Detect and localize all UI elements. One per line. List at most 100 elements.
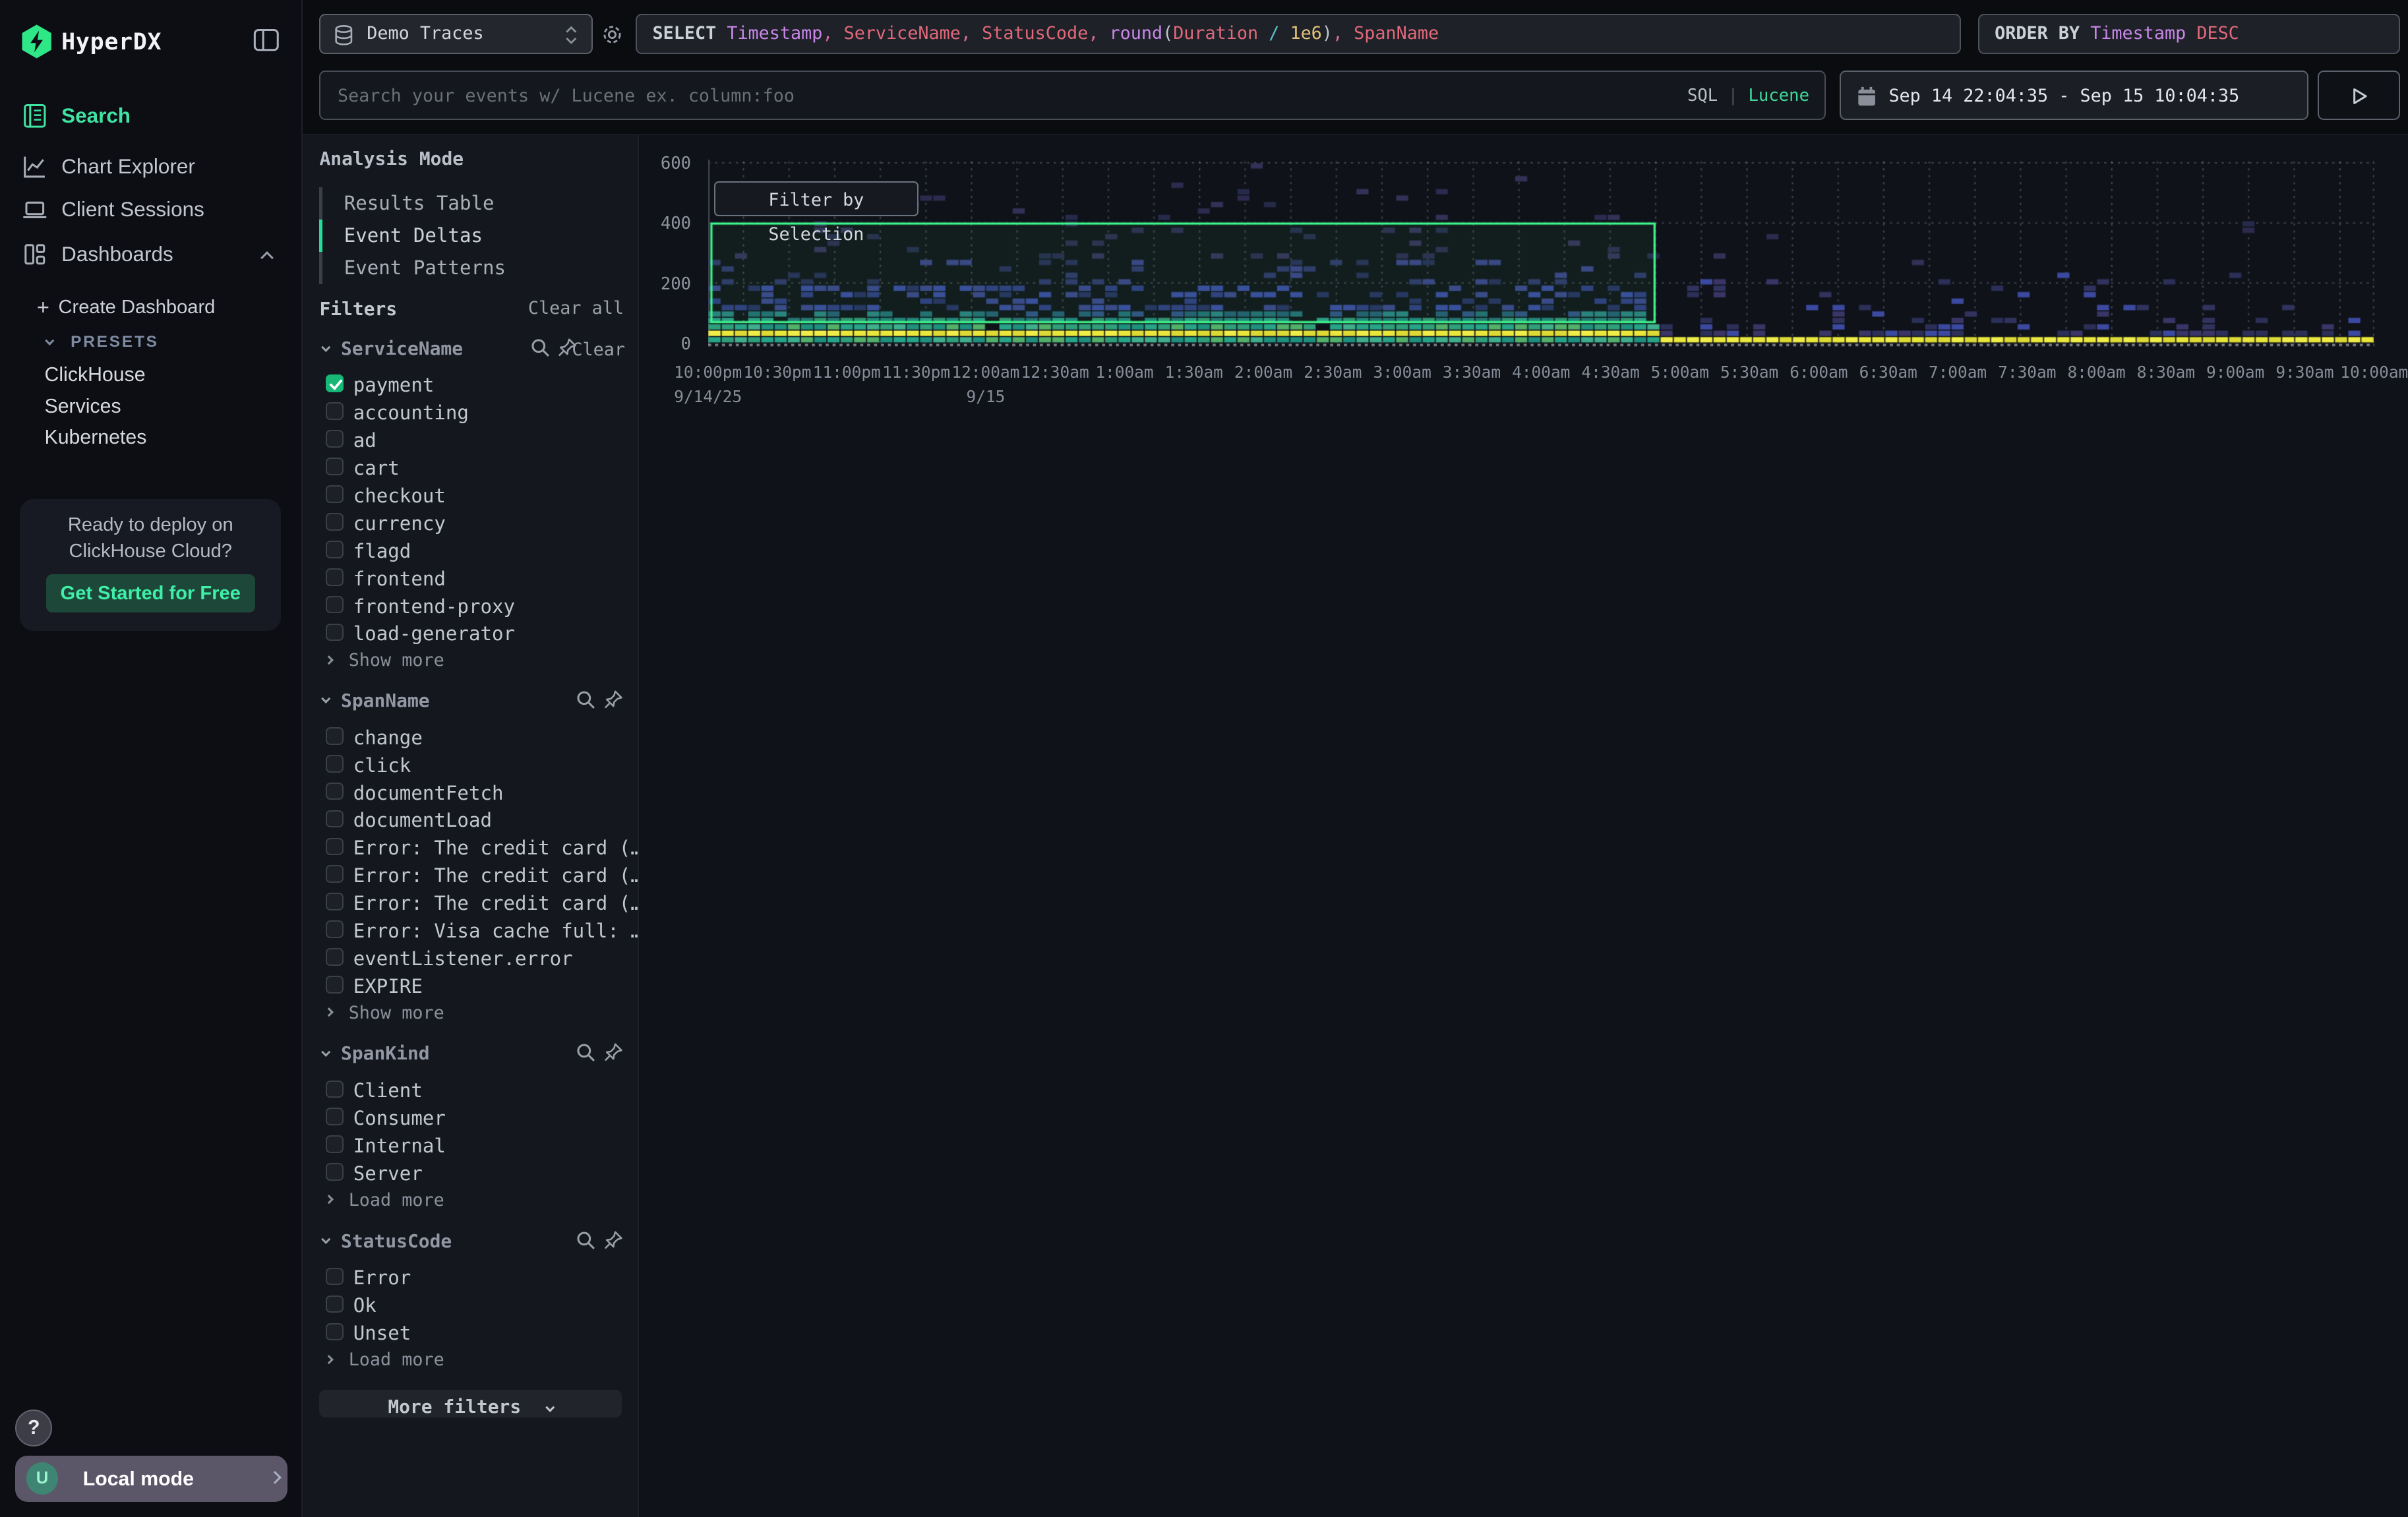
chevron-down-icon[interactable] [321, 694, 331, 704]
checkbox[interactable] [326, 568, 344, 586]
filter-option-spanname[interactable]: Error: The credit card (… [303, 889, 639, 917]
filter-option-spanname[interactable]: eventListener.error [303, 944, 639, 972]
sidebar-collapse-icon[interactable] [253, 28, 280, 52]
mode-sql[interactable]: SQL [1687, 86, 1718, 105]
search-input[interactable]: Search your events w/ Lucene ex. column:… [319, 71, 1826, 120]
pin-icon[interactable] [603, 1230, 623, 1250]
filter-option-spanname[interactable]: Error: The credit card (… [303, 862, 639, 889]
analysis-mode-option-event-deltas[interactable]: Event Deltas [344, 220, 620, 252]
filter-option-statuscode[interactable]: Unset [303, 1319, 639, 1347]
checkbox[interactable] [326, 485, 344, 503]
filter-option-servicename[interactable]: checkout [303, 481, 639, 509]
filter-by-selection-button[interactable]: Filter by Selection [714, 181, 918, 217]
sidebar-item-dashboards[interactable]: Dashboards [0, 233, 303, 276]
pin-icon[interactable] [603, 690, 623, 709]
filter-option-spanname[interactable]: change [303, 723, 639, 751]
checkbox[interactable] [326, 541, 344, 558]
order-by-input[interactable]: ORDER BY Timestamp DESC [1978, 14, 2401, 54]
filter-option-servicename[interactable]: frontend [303, 564, 639, 592]
show-more-button[interactable]: Show more [303, 649, 639, 673]
clear-all-filters-button[interactable]: Clear all [528, 298, 624, 318]
checkbox[interactable] [326, 755, 344, 773]
checkbox[interactable] [326, 513, 344, 531]
checkbox[interactable] [326, 920, 344, 938]
sidebar-item-chart-explorer[interactable]: Chart Explorer [0, 146, 303, 189]
filter-option-spanname[interactable]: Error: The credit card (… [303, 834, 639, 862]
checkbox[interactable] [326, 783, 344, 800]
filter-option-spankind[interactable]: Internal [303, 1132, 639, 1160]
search-icon[interactable] [576, 1042, 595, 1062]
create-dashboard-button[interactable]: + Create Dashboard [59, 297, 216, 318]
checkbox[interactable] [326, 727, 344, 745]
filter-option-servicename[interactable]: accounting [303, 398, 639, 426]
filter-option-spanname[interactable]: Error: Visa cache full: … [303, 916, 639, 944]
show-more-button[interactable]: Show more [303, 1001, 639, 1026]
filter-option-servicename[interactable]: payment [303, 371, 639, 398]
checkbox[interactable] [326, 402, 344, 420]
checkbox[interactable] [326, 374, 344, 392]
filter-option-spanname[interactable]: documentLoad [303, 806, 639, 834]
checkbox[interactable] [326, 1295, 344, 1313]
checkbox[interactable] [326, 976, 344, 994]
source-select[interactable]: Demo Traces [319, 14, 593, 54]
preset-clickhouse[interactable]: ClickHouse [45, 364, 146, 386]
search-icon[interactable] [530, 338, 550, 357]
sql-select-input[interactable]: SELECT Timestamp, ServiceName, StatusCod… [636, 14, 1961, 54]
mode-lucene[interactable]: Lucene [1748, 86, 1809, 105]
checkbox[interactable] [326, 810, 344, 828]
checkbox[interactable] [326, 1135, 344, 1153]
analysis-mode-option-event-patterns[interactable]: Event Patterns [344, 252, 620, 284]
preset-kubernetes[interactable]: Kubernetes [45, 427, 147, 449]
filter-option-servicename[interactable]: ad [303, 426, 639, 454]
search-icon[interactable] [576, 690, 595, 709]
filter-option-spankind[interactable]: Client [303, 1077, 639, 1104]
checkbox[interactable] [326, 1081, 344, 1098]
account-menu[interactable]: U Local mode [15, 1456, 287, 1502]
filter-option-servicename[interactable]: load-generator [303, 620, 639, 647]
filter-option-servicename[interactable]: flagd [303, 537, 639, 564]
filter-option-spanname[interactable]: EXPIRE [303, 972, 639, 999]
filter-option-statuscode[interactable]: Ok [303, 1292, 639, 1319]
pin-icon[interactable] [603, 1042, 623, 1062]
gear-icon[interactable] [601, 23, 624, 46]
presets-toggle[interactable]: PRESETS [71, 333, 159, 351]
checkbox[interactable] [326, 1268, 344, 1286]
help-button[interactable]: ? [15, 1410, 52, 1446]
sidebar-item-client-sessions[interactable]: Client Sessions [0, 189, 303, 231]
load-more-button[interactable]: Load more [303, 1189, 639, 1213]
clear-group-button[interactable]: Clear [572, 340, 625, 360]
chevron-down-icon[interactable] [321, 1235, 331, 1245]
get-started-button[interactable]: Get Started for Free [46, 574, 255, 612]
filter-option-spanname[interactable]: click [303, 751, 639, 779]
filter-option-servicename[interactable]: cart [303, 454, 639, 481]
checkbox[interactable] [326, 596, 344, 614]
checkbox[interactable] [326, 430, 344, 448]
checkbox[interactable] [326, 838, 344, 856]
chevron-down-icon[interactable] [321, 343, 331, 353]
filter-option-statuscode[interactable]: Error [303, 1264, 639, 1292]
more-filters-button[interactable]: More filters [319, 1390, 622, 1417]
filter-option-servicename[interactable]: currency [303, 509, 639, 537]
run-query-button[interactable] [2318, 71, 2401, 120]
checkbox[interactable] [326, 624, 344, 641]
checkbox[interactable] [326, 1323, 344, 1341]
search-icon[interactable] [576, 1230, 595, 1250]
checkbox[interactable] [326, 865, 344, 883]
checkbox[interactable] [326, 893, 344, 910]
time-range-picker[interactable]: Sep 14 22:04:35 - Sep 15 10:04:35 [1840, 71, 2308, 120]
query-language-toggle[interactable]: SQL | Lucene [1687, 86, 1809, 105]
load-more-button[interactable]: Load more [303, 1348, 639, 1373]
preset-services[interactable]: Services [45, 396, 121, 418]
filter-option-servicename[interactable]: frontend-proxy [303, 592, 639, 620]
analysis-mode-option-results-table[interactable]: Results Table [344, 187, 620, 220]
checkbox[interactable] [326, 458, 344, 475]
events-heatmap-canvas[interactable] [708, 154, 2374, 347]
filter-option-spankind[interactable]: Consumer [303, 1104, 639, 1132]
chevron-down-icon[interactable] [321, 1048, 331, 1057]
checkbox[interactable] [326, 948, 344, 966]
filter-option-spanname[interactable]: documentFetch [303, 779, 639, 806]
sidebar-item-search[interactable]: Search [0, 95, 303, 138]
filter-option-spankind[interactable]: Server [303, 1159, 639, 1187]
checkbox[interactable] [326, 1108, 344, 1125]
checkbox[interactable] [326, 1163, 344, 1181]
